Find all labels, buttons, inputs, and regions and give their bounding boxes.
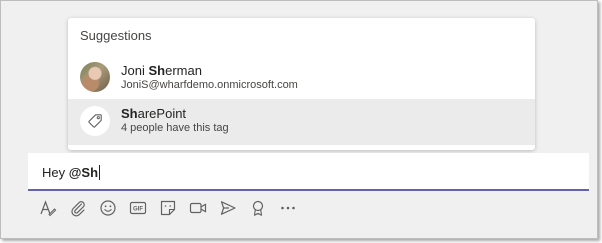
name-match: Sh [148,63,166,78]
suggestion-tag-members: 4 people have this tag [121,122,229,134]
tag-icon [80,106,110,136]
text-caret [99,165,101,180]
more-options-icon[interactable] [277,197,299,219]
attach-icon[interactable] [67,197,89,219]
name-rest: erman [165,63,202,78]
suggestion-name: Joni Sherman [121,63,202,78]
compose-text[interactable]: Hey @Sh [42,165,101,180]
suggestions-title: Suggestions [80,28,152,43]
suggestion-joni-sherman[interactable]: Joni Sherman JoniS@wharfdemo.onmicrosoft… [68,56,535,100]
meet-now-icon[interactable] [187,197,209,219]
name-match: Sh [121,106,138,121]
send-icon[interactable] [217,197,239,219]
compose-mention-text: @Sh [68,165,99,180]
compose-plain-text: Hey [42,165,69,180]
svg-text:GIF: GIF [133,207,143,213]
teams-compose-window: Suggestions Joni Sherman JoniS@wharfdemo… [0,0,598,239]
suggestion-sharepoint-tag[interactable]: SharePoint 4 people have this tag [68,99,535,145]
avatar [80,62,110,92]
sticker-icon[interactable] [157,197,179,219]
suggestions-popup: Suggestions Joni Sherman JoniS@wharfdemo… [68,18,535,150]
suggestion-email: JoniS@wharfdemo.onmicrosoft.com [121,79,298,91]
gif-icon[interactable]: GIF [127,197,149,219]
compose-toolbar: GIF [37,197,307,219]
praise-icon[interactable] [247,197,269,219]
suggestion-name: SharePoint [121,106,186,121]
name-prefix: Joni [121,63,149,78]
format-icon[interactable] [37,197,59,219]
message-compose-box[interactable]: Hey @Sh [28,153,589,191]
emoji-icon[interactable] [97,197,119,219]
name-rest: arePoint [137,106,187,121]
